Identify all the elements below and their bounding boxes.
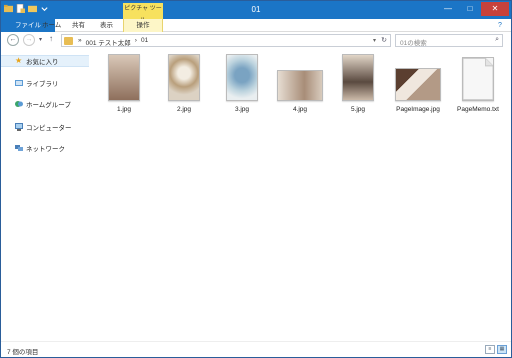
- text-file-icon: [462, 57, 494, 101]
- minimize-button[interactable]: —: [437, 2, 459, 16]
- up-button[interactable]: ↑: [49, 34, 53, 43]
- forward-button[interactable]: →: [23, 34, 35, 46]
- sidebar-item-label: コンピューター: [26, 125, 72, 132]
- file-item[interactable]: PageImage.jpg: [391, 53, 445, 117]
- sidebar-item-libraries[interactable]: ライブラリ: [15, 78, 59, 88]
- explorer-window: ピクチャ ツール 01 — □ ✕ ファイル ホーム 共有 表示 操作 ? ← …: [0, 0, 512, 358]
- tab-manage[interactable]: 操作: [123, 19, 163, 32]
- sidebar-item-label: お気に入り: [26, 59, 59, 66]
- photo-thumbnail: [108, 54, 140, 101]
- breadcrumb-overflow[interactable]: »: [78, 37, 82, 47]
- window-title: 01: [251, 5, 261, 14]
- file-item[interactable]: PageMemo.txt: [451, 53, 505, 117]
- title-bar: ピクチャ ツール 01 — □ ✕: [1, 1, 511, 24]
- search-box[interactable]: 01の検索 ⌕: [395, 34, 503, 47]
- tab-home[interactable]: ホーム: [35, 19, 68, 32]
- tab-share[interactable]: 共有: [65, 19, 92, 32]
- sidebar-item-label: ネットワーク: [26, 146, 65, 153]
- file-name: 4.jpg: [292, 106, 308, 113]
- breadcrumb: » 001 テスト太郎 › 01: [78, 37, 148, 47]
- file-item[interactable]: 2.jpg: [157, 53, 211, 117]
- back-button[interactable]: ←: [7, 34, 19, 46]
- file-name: PageMemo.txt: [457, 106, 499, 113]
- status-bar: 7 個の項目 ≡ ▦: [1, 341, 511, 357]
- refresh-icon[interactable]: ↻: [381, 36, 387, 44]
- breadcrumb-separator[interactable]: ›: [135, 37, 137, 47]
- folder-icon: [64, 37, 73, 45]
- photo-thumbnail: [277, 70, 323, 101]
- photo-thumbnail: [342, 54, 374, 101]
- file-name: PageImage.jpg: [396, 106, 440, 113]
- homegroup-icon: [15, 101, 23, 107]
- computer-icon: [15, 123, 23, 131]
- photo-thumbnail: [395, 68, 441, 101]
- photo-thumbnail: [168, 54, 200, 101]
- breadcrumb-item[interactable]: 001 テスト太郎: [86, 37, 131, 47]
- network-icon: [15, 145, 23, 151]
- sidebar-item-homegroup[interactable]: ホームグループ: [15, 99, 71, 109]
- star-icon: ★: [15, 56, 23, 65]
- tab-view[interactable]: 表示: [93, 19, 120, 32]
- details-view-button[interactable]: ≡: [485, 345, 495, 354]
- large-icons-view-button[interactable]: ▦: [497, 345, 507, 354]
- item-count: 7 個の項目: [7, 349, 39, 356]
- sidebar-item-favorites[interactable]: ★ お気に入り: [1, 55, 89, 67]
- ribbon-tabs: ファイル ホーム 共有 表示 操作 ?: [1, 19, 511, 32]
- sidebar-item-label: ホームグループ: [26, 102, 71, 109]
- photo-thumbnail: [226, 54, 258, 101]
- file-list: 1.jpg 2.jpg 3.jpg 4.jpg 5.jpg PageImage.…: [95, 51, 509, 341]
- search-placeholder: 01の検索: [400, 40, 427, 47]
- navigation-pane: ★ お気に入り ライブラリ ホームグループ コンピューター ネットワーク: [1, 51, 93, 341]
- file-name: 2.jpg: [176, 106, 192, 113]
- window-controls: — □ ✕: [437, 2, 509, 16]
- sidebar-item-network[interactable]: ネットワーク: [15, 143, 65, 153]
- file-item[interactable]: 4.jpg: [273, 53, 327, 117]
- search-icon[interactable]: ⌕: [495, 36, 499, 44]
- file-name: 3.jpg: [234, 106, 250, 113]
- breadcrumb-item-current[interactable]: 01: [141, 37, 148, 47]
- recent-locations-chevron-icon[interactable]: ▾: [39, 36, 42, 43]
- file-item[interactable]: 3.jpg: [215, 53, 269, 117]
- address-bar[interactable]: » 001 テスト太郎 › 01 ▾ ↻: [61, 34, 391, 47]
- view-toggle: ≡ ▦: [485, 345, 507, 354]
- file-item[interactable]: 1.jpg: [97, 53, 151, 117]
- ribbon-help-icon[interactable]: ?: [498, 21, 507, 30]
- close-button[interactable]: ✕: [481, 2, 509, 16]
- address-dropdown-icon[interactable]: ▾: [373, 37, 376, 44]
- file-name: 5.jpg: [350, 106, 366, 113]
- maximize-button[interactable]: □: [459, 2, 481, 16]
- sidebar-item-computer[interactable]: コンピューター: [15, 122, 72, 132]
- sidebar-item-label: ライブラリ: [26, 81, 59, 88]
- file-name: 1.jpg: [116, 106, 132, 113]
- file-item[interactable]: 5.jpg: [331, 53, 385, 117]
- library-icon: [15, 80, 23, 86]
- navigation-bar: ← → ▾ ↑ » 001 テスト太郎 › 01 ▾ ↻ 01の検索 ⌕: [1, 32, 511, 49]
